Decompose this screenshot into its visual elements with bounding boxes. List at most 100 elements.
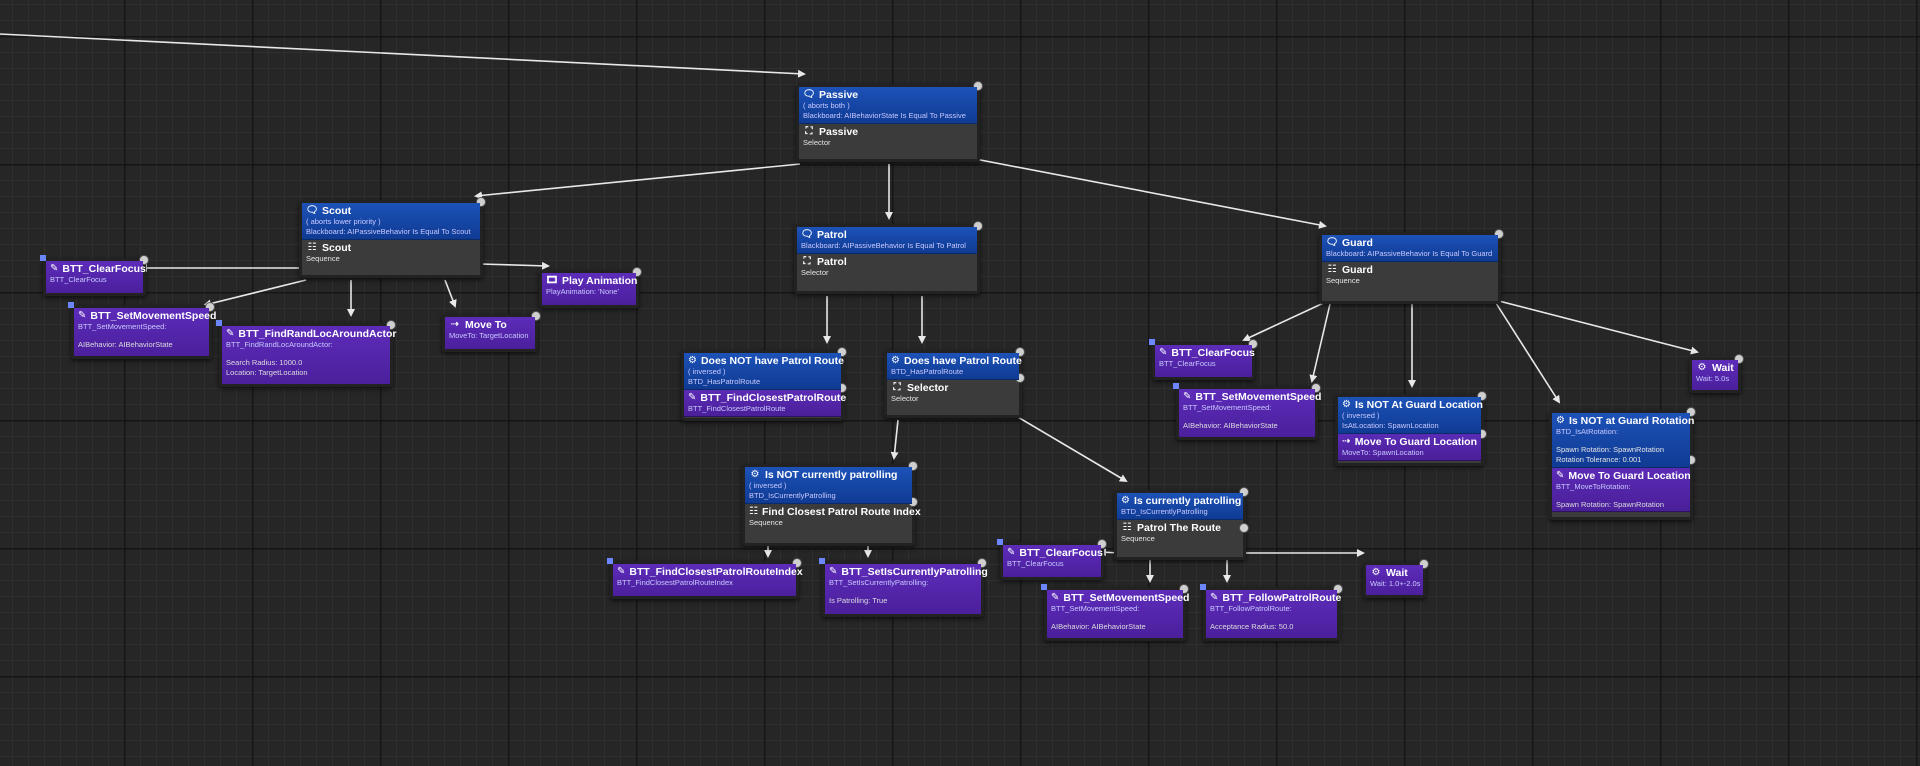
task-icon: ✎ (50, 263, 59, 274)
decorator-icon: ⚙ (750, 469, 760, 480)
task-icon: ✎ (617, 566, 626, 577)
deco-detail: IsAtLocation: SpawnLocation (1342, 421, 1439, 430)
passive-node[interactable]: 🗨 Passive ( aborts both ) Blackboard: AIB… (796, 81, 983, 162)
deco-note: ( inversed ) (1342, 411, 1380, 420)
deco-title: Guard (1342, 237, 1373, 249)
guard-rotation-node[interactable]: ⚙ Is NOT at Guard Rotation BTD_IsAtRotati… (1549, 407, 1696, 520)
blackboard-decorator-icon: 🗨 (1325, 237, 1339, 248)
node-title: Wait (1712, 362, 1734, 374)
node-param: Search Radius: 1000.0 (226, 358, 303, 367)
node-type: Selector (891, 394, 919, 403)
deco-detail: BTD_HasPatrolRoute (891, 367, 964, 376)
deco-title: Does have Patrol Route (903, 355, 1022, 367)
node-title: Selector (907, 382, 949, 394)
deco-note: ( inversed ) (688, 367, 726, 376)
node-title: BTT_SetIsCurrentlyPatrolling (841, 566, 988, 578)
node-title: BTT_SetMovementSpeed (1063, 592, 1190, 604)
deco-note: ( aborts lower priority ) (306, 217, 381, 226)
patrol-wait-node[interactable]: ⚙ Wait Wait: 1.0+-2.0s (1363, 559, 1429, 598)
deco-detail: Blackboard: AIBehaviorState Is Equal To … (803, 111, 966, 120)
scout-moveto-node[interactable]: ⇢ Move To MoveTo: TargetLocation (442, 311, 541, 352)
node-sub: MoveTo: TargetLocation (449, 331, 529, 340)
decorator-icon: ⚙ (1342, 399, 1351, 410)
guard-wait-node[interactable]: ⚙ Wait Wait: 5.0s (1689, 354, 1744, 393)
node-title: Find Closest Patrol Route Index (761, 506, 921, 518)
scout-clearfocus-node[interactable]: ✎ BTT_ClearFocus BTT_ClearFocus (40, 255, 149, 296)
node-title: Guard (1342, 264, 1373, 276)
deco-param: Spawn Rotation: SpawnRotation (1556, 445, 1664, 454)
no-patrol-route-node[interactable]: ⚙ Does NOT have Patrol Route ( inversed )… (681, 347, 847, 421)
deco-title: Does NOT have Patrol Route (700, 355, 844, 367)
guard-setspeed-node[interactable]: ✎ BTT_SetMovementSpeed BTT_SetMovementSpe… (1173, 383, 1321, 440)
wire-scout-move (444, 279, 457, 308)
node-title: Patrol (817, 256, 847, 268)
not-patrolling-node[interactable]: ⚙ Is NOT currently patrolling ( inversed … (742, 461, 921, 546)
node-sub: Wait: 5.0s (1696, 374, 1730, 383)
deco-detail: Blackboard: AIPassiveBehavior Is Equal T… (306, 227, 471, 236)
node-sub: BTT_ClearFocus (1007, 559, 1064, 568)
scout-node[interactable]: 🗨 Scout ( aborts lower priority ) Blackbo… (299, 197, 486, 278)
deco-title: Scout (322, 205, 352, 217)
node-title: Patrol The Route (1137, 522, 1222, 534)
scout-playanim-node[interactable]: 🎞 Play Animation PlayAnimation: 'None' (539, 267, 642, 308)
deco-title: Is NOT at Guard Rotation (1568, 415, 1695, 427)
deco-detail: Blackboard: AIPassiveBehavior Is Equal T… (1326, 249, 1493, 258)
node-title: BTT_ClearFocus (1019, 547, 1103, 559)
wire-hasroute-notpatrolling (890, 419, 899, 460)
node-type: Sequence (749, 518, 783, 527)
decorator-icon: ⚙ (1556, 415, 1565, 426)
node-title: BTT_FindRandLocAroundActor (238, 328, 397, 340)
decorator-icon: ⚙ (1121, 495, 1130, 506)
guard-node[interactable]: 🗨 Guard Blackboard: AIPassiveBehavior Is … (1319, 229, 1504, 304)
node-param: AIBehavior: AIBehaviorState (1183, 421, 1278, 430)
task-icon: ✎ (1051, 592, 1060, 603)
node-param: AIBehavior: AIBehaviorState (1051, 622, 1146, 631)
follow-route-node[interactable]: ✎ BTT_FollowPatrolRoute BTT_FollowPatrolR… (1200, 584, 1343, 641)
patrol-setspeed-node[interactable]: ✎ BTT_SetMovementSpeed BTT_SetMovementSpe… (1041, 584, 1190, 641)
node-sub: BTT_FollowPatrolRoute: (1210, 604, 1292, 613)
node-param: Location: TargetLocation (226, 368, 308, 377)
wire-guard-rot (1493, 299, 1561, 404)
node-sub: PlayAnimation: 'None' (546, 287, 619, 296)
deco-detail: BTD_HasPatrolRoute (688, 377, 761, 386)
pin[interactable] (1239, 523, 1249, 533)
wire-guard-clear (1242, 299, 1331, 342)
has-patrol-route-node[interactable]: ⚙ Does have Patrol Route BTD_HasPatrolRou… (884, 347, 1025, 418)
deco-note: ( aborts both ) (803, 101, 850, 110)
node-sub: BTT_FindRandLocAroundActor: (226, 340, 333, 349)
patrol-clearfocus-node[interactable]: ✎ BTT_ClearFocus BTT_ClearFocus (997, 539, 1107, 580)
deco-title: Passive (819, 89, 859, 101)
wire-scout-anim (479, 261, 550, 270)
guard-clearfocus-node[interactable]: ✎ BTT_ClearFocus BTT_ClearFocus (1149, 339, 1258, 380)
node-title: BTT_FindClosestPatrolRoute (700, 392, 847, 404)
deco-detail: BTD_IsCurrentlyPatrolling (749, 491, 836, 500)
node-title: Play Animation (562, 275, 638, 287)
wire-passive-scout (474, 163, 801, 200)
selector-icon: ⛶ (893, 382, 901, 393)
task-icon: ✎ (1556, 470, 1565, 481)
scout-findrandloc-node[interactable]: ✎ BTT_FindRandLocAroundActor BTT_FindRand… (216, 320, 397, 387)
move-arrow-icon: ⇢ (450, 319, 460, 330)
patrol-node[interactable]: 🗨 Patrol Blackboard: AIPassiveBehavior Is… (794, 221, 983, 294)
guard-location-node[interactable]: ⚙ Is NOT At Guard Location ( inversed ) I… (1335, 391, 1487, 466)
node-param: Spawn Rotation: SpawnRotation (1556, 500, 1664, 509)
task-icon: ✎ (1007, 547, 1016, 558)
find-index-node[interactable]: ✎ BTT_FindClosestPatrolRouteIndex BTT_Fin… (607, 558, 803, 599)
deco-title: Is NOT currently patrolling (765, 469, 898, 481)
task-icon: ✎ (78, 310, 87, 321)
node-title: BTT_ClearFocus (62, 263, 146, 275)
node-sub: BTT_SetIsCurrentlyPatrolling: (829, 578, 929, 587)
patrolling-node[interactable]: ⚙ Is currently patrolling BTD_IsCurrently… (1114, 487, 1249, 560)
scout-setspeed-node[interactable]: ✎ BTT_SetMovementSpeed BTT_SetMovementSpe… (68, 302, 216, 359)
node-title: BTT_FollowPatrolRoute (1222, 592, 1342, 604)
sequence-icon: ☷ (749, 506, 758, 517)
animation-icon: 🎞 (545, 275, 559, 286)
node-sub: Wait: 1.0+-2.0s (1370, 579, 1421, 588)
node-type: Sequence (306, 254, 340, 263)
selector-icon: ⛶ (805, 126, 813, 137)
wire-hasroute-patrolling (1015, 415, 1128, 483)
node-title: BTT_FindClosestPatrolRouteIndex (629, 566, 803, 578)
deco-title: Patrol (817, 229, 847, 241)
set-patrolling-node[interactable]: ✎ BTT_SetIsCurrentlyPatrolling BTT_SetIsC… (819, 558, 988, 617)
node-title: Move To Guard Location (1568, 470, 1691, 482)
